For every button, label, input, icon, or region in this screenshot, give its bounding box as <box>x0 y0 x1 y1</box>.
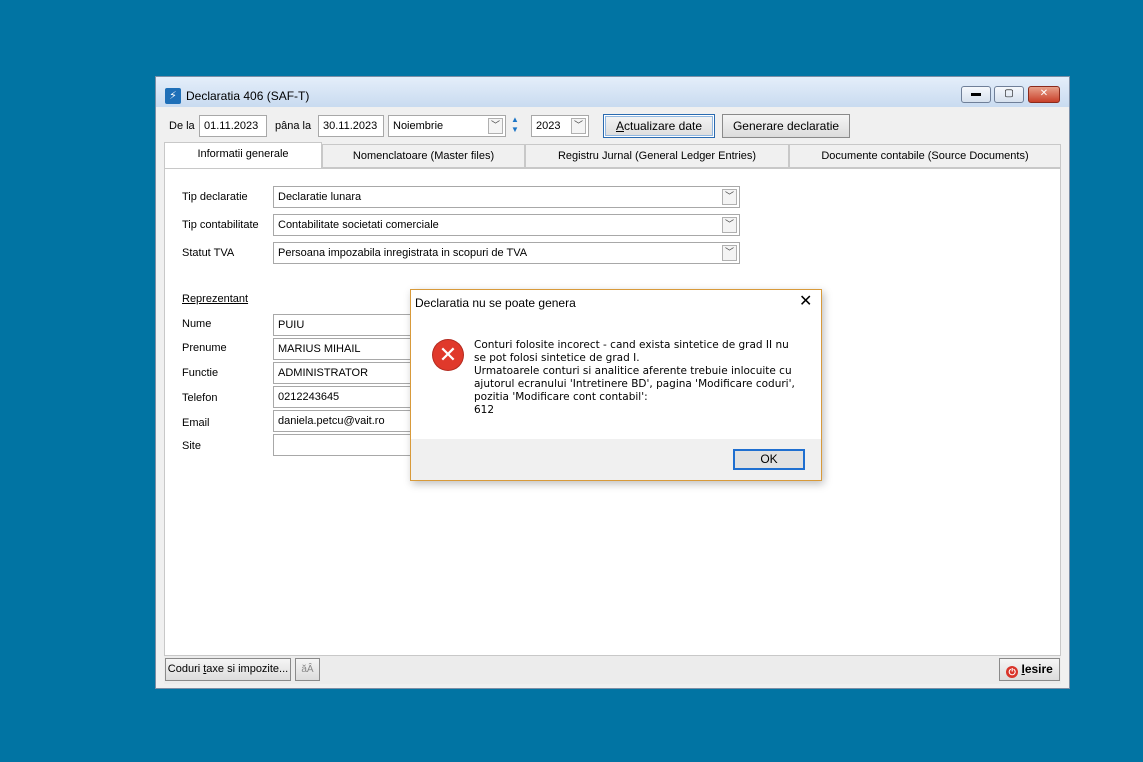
spin-down-icon[interactable]: ▼ <box>510 125 520 135</box>
year-value: 2023 <box>536 120 561 132</box>
message-line: Conturi folosite incorect - cand exista … <box>474 339 789 351</box>
site-field[interactable] <box>273 434 423 456</box>
dialog-title: Declaratia nu se poate genera <box>415 296 576 310</box>
exit-button[interactable]: ⏻ Iesire <box>999 658 1060 681</box>
chevron-down-icon[interactable]: ﹀ <box>722 189 737 205</box>
to-date-input[interactable]: 30.11.2023 <box>318 115 384 137</box>
power-icon: ⏻ <box>1006 666 1019 678</box>
dialog-footer: OK <box>411 439 821 480</box>
spin-up-icon[interactable]: ▲ <box>510 115 520 125</box>
minimize-button[interactable]: ▬ <box>961 86 991 103</box>
prenume-label: Prenume <box>182 342 227 354</box>
message-line: 612 <box>474 404 495 416</box>
from-label: De la <box>169 120 195 132</box>
statut-tva-value: Persoana impozabila inregistrata in scop… <box>278 247 528 259</box>
tip-declaratie-select[interactable]: Declaratie lunara ﹀ <box>273 186 740 208</box>
prenume-field[interactable]: MARIUS MIHAIL <box>273 338 423 360</box>
message-line: ajutorul ecranului 'Intretinere BD', pag… <box>474 378 795 390</box>
tip-contabilitate-select[interactable]: Contabilitate societati comerciale ﹀ <box>273 214 740 236</box>
tab-documente-contabile[interactable]: Documente contabile (Source Documents) <box>789 144 1061 168</box>
taxes-button-label-b: axe si impozite... <box>206 663 289 675</box>
chevron-down-icon[interactable]: ﹀ <box>571 118 586 134</box>
maximize-button[interactable]: ▢ <box>994 86 1024 103</box>
chevron-down-icon[interactable]: ﹀ <box>722 217 737 233</box>
from-date-input[interactable]: 01.11.2023 <box>199 115 267 137</box>
representative-heading: Reprezentant <box>182 293 249 305</box>
window-title: Declaratia 406 (SAF-T) <box>186 89 310 103</box>
title-bar[interactable]: ⚡ Declaratia 406 (SAF-T) ▬ ▢ ✕ <box>156 77 1069 107</box>
nume-field[interactable]: PUIU <box>273 314 423 336</box>
update-data-button[interactable]: Actualizare date <box>603 114 715 138</box>
close-button[interactable]: ✕ <box>1028 86 1060 103</box>
font-button[interactable]: ăÂ <box>295 658 320 681</box>
site-label: Site <box>182 440 201 452</box>
year-select[interactable]: 2023 ﹀ <box>531 115 589 137</box>
tip-contabilitate-label: Tip contabilitate <box>182 219 259 231</box>
message-line: pozitia 'Modificare cont contabil': <box>474 391 648 403</box>
tab-nomenclatoare[interactable]: Nomenclatoare (Master files) <box>322 144 525 168</box>
nume-label: Nume <box>182 318 212 330</box>
update-button-mnemonic: A <box>615 119 624 133</box>
chevron-down-icon[interactable]: ﹀ <box>488 118 503 134</box>
email-field[interactable]: daniela.petcu@vait.ro <box>273 410 423 432</box>
dialog-close-icon[interactable]: ✕ <box>799 294 812 310</box>
functie-field[interactable]: ADMINISTRATOR <box>273 362 423 384</box>
telefon-label: Telefon <box>182 392 218 404</box>
telefon-field[interactable]: 0212243645 <box>273 386 423 408</box>
message-line: se pot folosi sintetice de grad I. <box>474 352 640 364</box>
functie-label: Functie <box>182 367 219 379</box>
exit-button-label: esire <box>1024 662 1053 676</box>
tip-declaratie-value: Declaratie lunara <box>278 191 362 203</box>
taxes-codes-button[interactable]: Coduri taxe si impozite... <box>165 658 291 681</box>
ok-button[interactable]: OK <box>733 449 805 470</box>
tab-informatii-generale[interactable]: Informatii generale <box>164 142 322 169</box>
month-value: Noiembrie <box>393 120 444 132</box>
tip-declaratie-label: Tip declaratie <box>182 191 248 203</box>
tip-contabilitate-value: Contabilitate societati comerciale <box>278 219 439 231</box>
email-label: Email <box>182 417 210 429</box>
app-icon: ⚡ <box>165 88 181 104</box>
taxes-button-label-a: Coduri <box>167 663 204 675</box>
tab-registru-jurnal[interactable]: Registru Jurnal (General Ledger Entries) <box>525 144 789 168</box>
update-button-label: ctualizare date <box>623 119 703 133</box>
statut-tva-select[interactable]: Persoana impozabila inregistrata in scop… <box>273 242 740 264</box>
message-line: Urmatoarele conturi si analitice aferent… <box>474 365 792 377</box>
chevron-down-icon[interactable]: ﹀ <box>722 245 737 261</box>
error-icon: ✕ <box>433 340 463 370</box>
month-select[interactable]: Noiembrie ﹀ <box>388 115 506 137</box>
to-label: pâna la <box>275 120 312 132</box>
statut-tva-label: Statut TVA <box>182 247 235 259</box>
generate-declaration-button[interactable]: Generare declaratie <box>722 114 850 138</box>
status-bar: Coduri taxe si impozite... ăÂ ⏻ Iesire <box>164 656 1061 684</box>
error-dialog: Declaratia nu se poate genera ✕ ✕ Contur… <box>410 289 822 481</box>
dialog-message: Conturi folosite incorect - cand exista … <box>474 339 804 417</box>
month-spinner[interactable]: ▲ ▼ <box>510 115 520 137</box>
